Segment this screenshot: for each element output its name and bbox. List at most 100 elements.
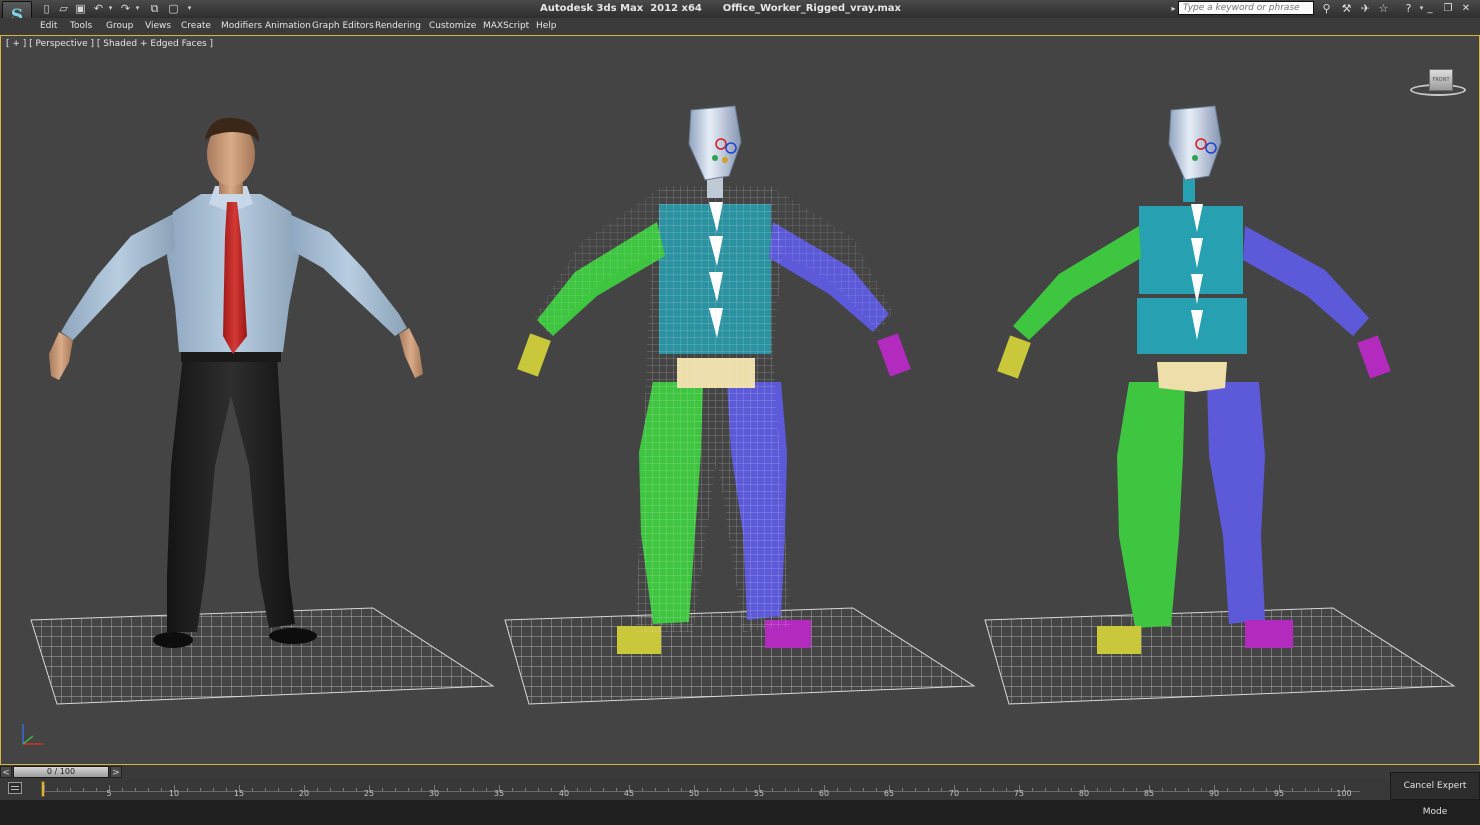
menu-edit[interactable]: Edit [40, 21, 57, 31]
ground-grid-middle [504, 607, 976, 705]
time-slider[interactable]: 0 / 100 [13, 766, 109, 778]
favorites-star-icon[interactable]: ☆ [1376, 1, 1391, 16]
frame-tick-label: 50 [688, 789, 700, 798]
frame-tick [1331, 788, 1332, 791]
frame-tick-label: 95 [1273, 789, 1285, 798]
menu-tools[interactable]: Tools [70, 21, 92, 31]
frame-tick [1266, 788, 1267, 791]
frame-tick [512, 788, 513, 791]
title-bar: S ▯ ▱ ▣ ↶ ▾ ↷ ▾ ⧉ ▢ ▾ Autodesk 3ds Max 2… [0, 0, 1480, 33]
frame-tick [187, 788, 188, 791]
frame-tick [408, 788, 409, 791]
binoculars-icon[interactable]: ⚲ [1319, 1, 1334, 16]
frame-tick [252, 788, 253, 791]
frame-tick [772, 788, 773, 791]
frame-tick [733, 788, 734, 791]
frame-tick [1318, 788, 1319, 791]
close-button[interactable]: ✕ [1458, 1, 1474, 16]
frame-tick-label: 35 [493, 789, 505, 798]
frame-tick [941, 788, 942, 791]
frame-tick [980, 788, 981, 791]
cancel-expert-mode-button[interactable]: Cancel Expert Mode [1390, 772, 1480, 817]
track-bar[interactable]: 5 10 15 20 25 30 35 40 45 50 55 60 65 70 75 80 85 90 95 100 [0, 779, 1390, 800]
frame-tick-label: 20 [298, 789, 310, 798]
frame-tick [213, 788, 214, 791]
redo-dropdown-icon[interactable]: ▾ [131, 2, 144, 15]
viewcube-front-face[interactable]: FRONT [1429, 69, 1453, 91]
menu-views[interactable]: Views [145, 21, 171, 31]
frame-tick-label: 30 [428, 789, 440, 798]
frame-tick [902, 788, 903, 791]
frame-tick [785, 788, 786, 791]
menu-bar: Edit Tools Group Views Create Modifiers … [0, 18, 1480, 35]
search-input[interactable] [1178, 1, 1314, 15]
menu-help[interactable]: Help [536, 21, 557, 31]
ground-grid-right [984, 607, 1456, 705]
frame-tick [486, 788, 487, 791]
save-file-icon[interactable]: ▣ [74, 2, 87, 15]
menu-rendering[interactable]: Rendering [375, 21, 421, 31]
frame-tick [655, 788, 656, 791]
new-file-icon[interactable]: ▯ [40, 2, 53, 15]
frame-tick [616, 788, 617, 791]
frame-tick [1123, 788, 1124, 791]
frame-tick-label: 90 [1208, 789, 1220, 798]
frame-tick [811, 788, 812, 791]
menu-create[interactable]: Create [181, 21, 211, 31]
open-file-icon[interactable]: ▱ [57, 2, 70, 15]
frame-tick-label: 25 [363, 789, 375, 798]
frame-tick [96, 788, 97, 791]
frame-tick [278, 788, 279, 791]
frame-tick [850, 788, 851, 791]
perspective-viewport[interactable]: [ + ] [ Perspective ] [ Shaded + Edged F… [0, 35, 1480, 765]
menu-animation[interactable]: Animation [265, 21, 311, 31]
frame-tick [1097, 788, 1098, 791]
project-folder-icon[interactable]: ▢ [167, 2, 180, 15]
frame-tick-label: 40 [558, 789, 570, 798]
frame-tick [83, 788, 84, 791]
frame-tick [44, 785, 45, 791]
previous-frame-button[interactable]: < [0, 766, 12, 778]
frame-tick [473, 788, 474, 791]
communication-center-icon[interactable]: ✈ [1358, 1, 1373, 16]
frame-tick [603, 788, 604, 791]
frame-tick [642, 788, 643, 791]
frame-tick [1253, 788, 1254, 791]
office-worker-model[interactable] [49, 117, 423, 648]
frame-tick [551, 788, 552, 791]
menu-group[interactable]: Group [106, 21, 133, 31]
menu-maxscript[interactable]: MAXScript [483, 21, 529, 31]
frame-tick [1292, 788, 1293, 791]
frame-tick-label: 70 [948, 789, 960, 798]
frame-tick-label: 45 [623, 789, 635, 798]
menu-graph-editors[interactable]: Graph Editors [312, 21, 374, 31]
frame-tick [226, 788, 227, 791]
frame-tick [837, 788, 838, 791]
quick-access-dropdown-icon[interactable]: ▾ [183, 2, 196, 15]
frame-tick-label: 15 [233, 789, 245, 798]
menu-modifiers[interactable]: Modifiers [221, 21, 262, 31]
frame-tick [681, 788, 682, 791]
menu-customize[interactable]: Customize [429, 21, 476, 31]
frame-tick [343, 788, 344, 791]
subscription-center-icon[interactable]: ⚒ [1339, 1, 1354, 16]
biped-rig-skeleton[interactable] [997, 105, 1391, 654]
viewcube[interactable]: FRONT [1409, 66, 1469, 102]
frame-tick [1032, 788, 1033, 791]
hold-icon[interactable]: ⧉ [148, 2, 161, 15]
mini-curve-editor-icon[interactable] [8, 782, 22, 794]
undo-dropdown-icon[interactable]: ▾ [104, 2, 117, 15]
frame-tick [1058, 788, 1059, 791]
minimize-button[interactable]: _ [1422, 1, 1438, 16]
frame-tick [135, 788, 136, 791]
ground-grid-left [30, 607, 495, 705]
next-frame-button[interactable]: > [110, 766, 122, 778]
frame-tick [863, 788, 864, 791]
mesh-with-biped-rig[interactable] [517, 105, 911, 654]
frame-tick [967, 788, 968, 791]
frame-tick [525, 788, 526, 791]
frame-tick-label: 5 [106, 789, 112, 798]
restore-button[interactable]: ❐ [1440, 1, 1456, 16]
frame-tick [122, 788, 123, 791]
frame-tick [928, 788, 929, 791]
